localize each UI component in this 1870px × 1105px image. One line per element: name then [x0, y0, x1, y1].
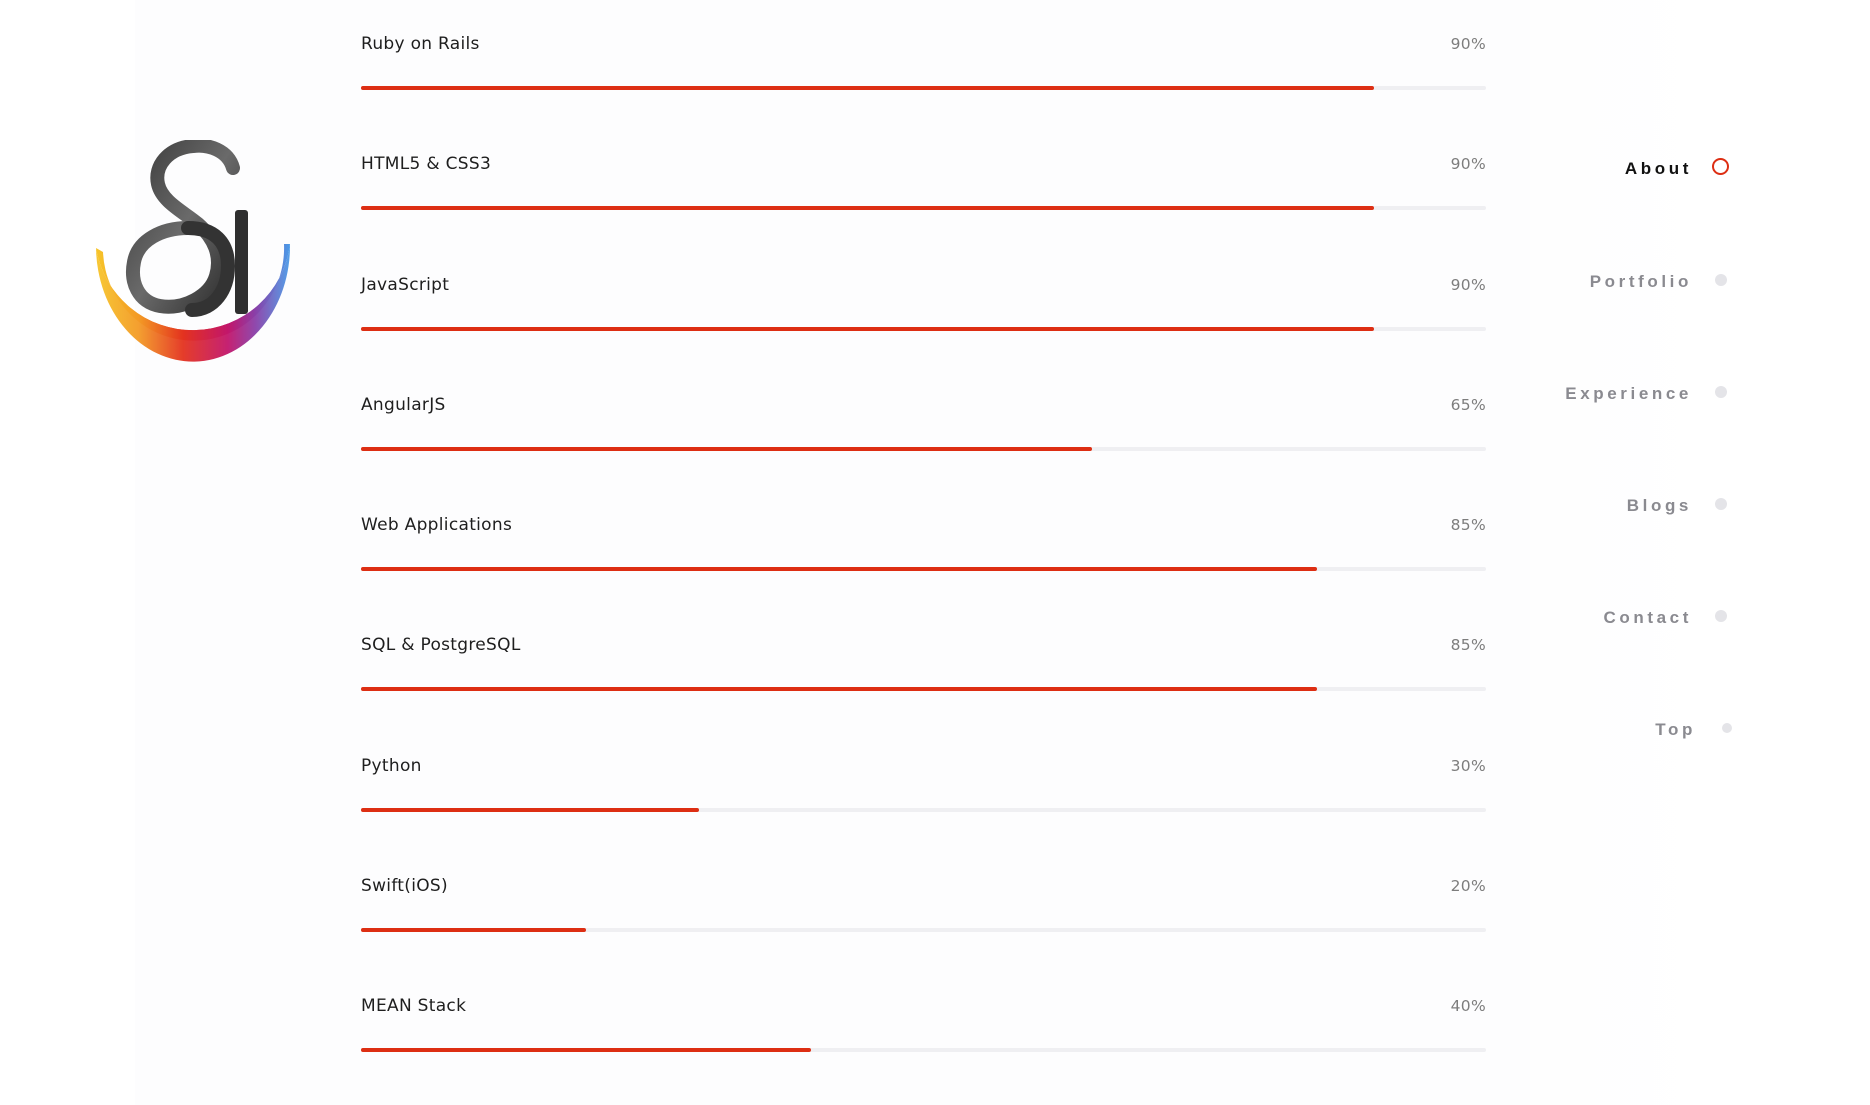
- skill-row: Ruby on Rails 90%: [361, 0, 1486, 120]
- nav-item-portfolio[interactable]: Portfolio: [1590, 272, 1692, 292]
- skill-name: HTML5 & CSS3: [361, 154, 492, 175]
- skill-name: Swift(iOS): [361, 876, 448, 897]
- skill-progress-fill: [361, 326, 1374, 331]
- skill-progress-fill: [361, 928, 586, 933]
- nav-item-blogs[interactable]: Blogs: [1627, 496, 1692, 516]
- skill-progress-track: [361, 326, 1486, 331]
- skill-name: AngularJS: [361, 394, 446, 415]
- skill-name: Python: [361, 755, 422, 776]
- nav-item-top[interactable]: Top: [1655, 720, 1696, 740]
- skill-name: MEAN Stack: [361, 996, 467, 1017]
- skill-progress-fill: [361, 1048, 811, 1053]
- nav-dot-blogs[interactable]: [1715, 498, 1727, 510]
- skill-progress-track: [361, 567, 1486, 572]
- skill-name: JavaScript: [361, 274, 450, 295]
- skill-name: SQL & PostgreSQL: [361, 635, 521, 656]
- skill-row: SQL & PostgreSQL 85%: [361, 601, 1486, 721]
- skill-progress-track: [361, 687, 1486, 692]
- side-nav: About Portfolio Experience Blogs Contact…: [1450, 0, 1870, 1105]
- nav-dot-portfolio[interactable]: [1715, 274, 1727, 286]
- skill-progress-track: [361, 446, 1486, 451]
- skill-row: JavaScript 90%: [361, 241, 1486, 361]
- skill-progress-fill: [361, 687, 1318, 692]
- nav-dot-top[interactable]: [1722, 723, 1732, 733]
- skill-progress-fill: [361, 446, 1093, 451]
- skill-progress-fill: [361, 567, 1318, 572]
- nav-item-contact[interactable]: Contact: [1604, 608, 1692, 628]
- skill-progress-track: [361, 807, 1486, 812]
- skill-row: Web Applications 85%: [361, 481, 1486, 601]
- nav-item-about[interactable]: About: [1625, 159, 1692, 179]
- page: Ruby on Rails 90% HTML5 & CSS3 90% JavaS…: [0, 0, 1870, 1105]
- skill-progress-track: [361, 928, 1486, 933]
- skill-progress-fill: [361, 86, 1374, 90]
- skill-row: HTML5 & CSS3 90%: [361, 120, 1486, 240]
- skill-progress-fill: [361, 807, 699, 812]
- ampersand-logo-icon[interactable]: [88, 138, 298, 380]
- skill-progress-track: [361, 86, 1486, 90]
- skills-list: Ruby on Rails 90% HTML5 & CSS3 90% JavaS…: [361, 0, 1486, 1083]
- skill-row: Swift(iOS) 20%: [361, 842, 1486, 962]
- skill-progress-track: [361, 1048, 1486, 1053]
- nav-dot-contact[interactable]: [1715, 610, 1727, 622]
- skill-name: Web Applications: [361, 515, 513, 536]
- skill-progress-fill: [361, 206, 1374, 211]
- skill-row: MEAN Stack 40%: [361, 962, 1486, 1082]
- skill-name: Ruby on Rails: [361, 34, 480, 54]
- skill-row: AngularJS 65%: [361, 361, 1486, 481]
- nav-dot-experience[interactable]: [1715, 386, 1727, 398]
- skill-row: Python 30%: [361, 722, 1486, 842]
- skill-progress-track: [361, 206, 1486, 211]
- nav-dot-about[interactable]: [1712, 158, 1729, 175]
- nav-item-experience[interactable]: Experience: [1565, 384, 1692, 404]
